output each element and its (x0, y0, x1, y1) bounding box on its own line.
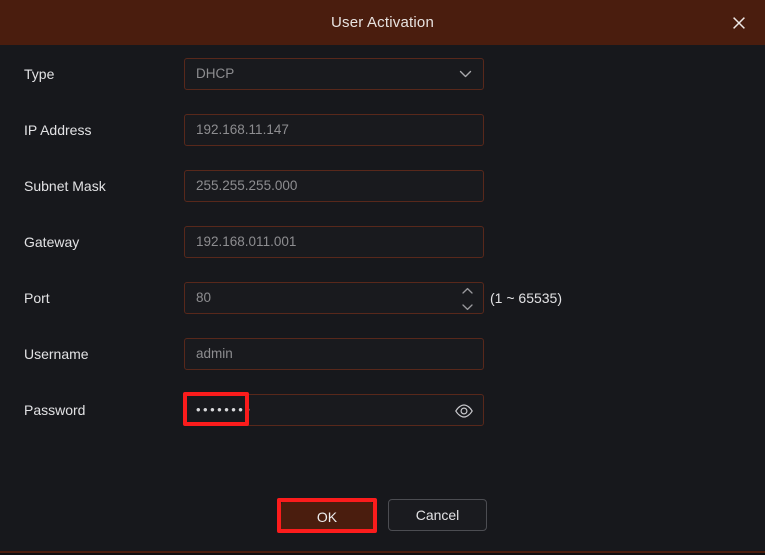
type-select-value: DHCP (196, 66, 235, 81)
form-row-gateway: Gateway 192.168.011.001 (0, 226, 765, 258)
form-row-subnet-mask: Subnet Mask 255.255.255.000 (0, 170, 765, 202)
close-icon (731, 15, 747, 31)
cancel-button[interactable]: Cancel (388, 499, 487, 531)
ok-button-label: OK (316, 509, 338, 525)
subnet-mask-input[interactable]: 255.255.255.000 (184, 170, 484, 202)
password-input[interactable]: •••••••• (184, 394, 484, 426)
form-row-ip-address: IP Address 192.168.11.147 (0, 114, 765, 146)
username-value: admin (196, 346, 233, 361)
ip-address-input[interactable]: 192.168.11.147 (184, 114, 484, 146)
cancel-button-label: Cancel (415, 507, 460, 523)
spinner-down-icon[interactable] (461, 303, 474, 311)
label-type: Type (24, 66, 55, 82)
password-value: •••••••• (196, 402, 253, 417)
label-username: Username (24, 346, 89, 362)
spinner-up-icon[interactable] (461, 287, 474, 295)
form-row-password: Password •••••••• (0, 394, 765, 426)
dialog-title: User Activation (330, 14, 435, 31)
gateway-input[interactable]: 192.168.011.001 (184, 226, 484, 258)
port-input[interactable]: 80 (184, 282, 484, 314)
gateway-value: 192.168.011.001 (196, 234, 297, 249)
close-button[interactable] (713, 0, 765, 45)
form-row-username: Username admin (0, 338, 765, 370)
label-gateway: Gateway (24, 234, 80, 250)
username-input[interactable]: admin (184, 338, 484, 370)
port-stepper[interactable] (461, 287, 474, 311)
port-value: 80 (196, 290, 212, 305)
label-port: Port (24, 290, 50, 306)
ip-address-value: 192.168.11.147 (196, 122, 289, 137)
subnet-mask-value: 255.255.255.000 (196, 178, 298, 193)
form-row-type: Type DHCP (0, 58, 765, 90)
label-ip-address: IP Address (24, 122, 92, 138)
port-range-hint: (1 ~ 65535) (490, 290, 562, 306)
dialog-body: Type DHCP IP Address 192.168.11.147 Subn… (0, 45, 765, 550)
form-row-port: Port 80 (1 ~ 65535) (0, 282, 765, 314)
label-subnet-mask: Subnet Mask (24, 178, 106, 194)
eye-icon[interactable] (454, 402, 474, 420)
ok-button[interactable]: OK (281, 501, 373, 533)
type-select[interactable]: DHCP (184, 58, 484, 90)
label-password: Password (24, 402, 86, 418)
dialog-titlebar: User Activation (0, 0, 765, 45)
chevron-down-icon (459, 69, 472, 79)
